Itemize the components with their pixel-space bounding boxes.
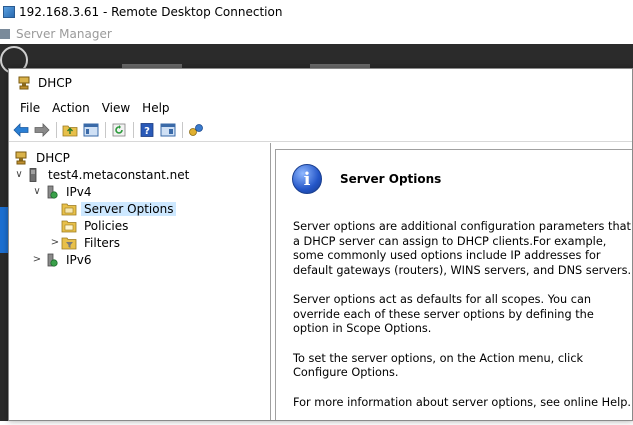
detail-description: Server options are additional configurat… xyxy=(293,220,633,425)
remote-desktop-icon xyxy=(3,6,15,18)
dhcp-action-icon[interactable] xyxy=(187,121,205,139)
tree-item-server[interactable]: ∨ test4.metaconstant.net xyxy=(9,166,270,183)
tree-item-server-options[interactable]: Server Options xyxy=(9,200,270,217)
rdc-title-bar: 192.168.3.61 - Remote Desktop Connection xyxy=(0,0,633,24)
console-tree: DHCP ∨ test4.metaconstant.net ∨ IPv4 Ser… xyxy=(9,143,271,420)
chevron-right-icon[interactable]: > xyxy=(31,254,43,266)
menu-help[interactable]: Help xyxy=(136,101,175,115)
menu-file[interactable]: File xyxy=(14,101,46,115)
sidebar-selected-item[interactable] xyxy=(0,207,8,253)
description-paragraph: To set the server options, on the Action… xyxy=(293,351,584,380)
server-options-icon xyxy=(61,201,77,217)
up-folder-icon[interactable] xyxy=(61,121,79,139)
description-paragraph: For more information about server option… xyxy=(293,395,631,409)
toolbar-separator xyxy=(105,122,106,138)
server-manager-title-bar: Server Manager xyxy=(0,24,633,44)
window-title: DHCP xyxy=(38,76,72,90)
server-manager-icon xyxy=(0,29,10,39)
tree-item-ipv4[interactable]: ∨ IPv4 xyxy=(9,183,270,200)
tree-item-ipv6[interactable]: > IPv6 xyxy=(9,251,270,268)
tree-item-dhcp[interactable]: DHCP xyxy=(9,149,270,166)
tree-item-policies[interactable]: Policies xyxy=(9,217,270,234)
server-manager-sidebar xyxy=(0,74,8,421)
tree-item-label: IPv6 xyxy=(66,252,92,267)
ipv4-icon xyxy=(43,184,59,200)
chevron-down-icon[interactable]: ∨ xyxy=(31,186,43,198)
toolbar: ? xyxy=(9,119,632,142)
tree-item-label: DHCP xyxy=(36,150,70,165)
tree-item-label: IPv4 xyxy=(66,184,92,199)
tree-item-label: Policies xyxy=(84,218,129,233)
detail-pane: i Server Options Server options are addi… xyxy=(275,149,632,420)
description-paragraph: Server options act as defaults for all s… xyxy=(293,293,594,335)
ipv6-icon xyxy=(43,252,59,268)
forward-arrow-icon[interactable] xyxy=(33,121,51,139)
dhcp-root-icon xyxy=(13,150,29,166)
show-hide-tree-icon[interactable] xyxy=(82,121,100,139)
back-arrow-icon[interactable] xyxy=(12,121,30,139)
dhcp-title-bar: DHCP xyxy=(9,69,632,97)
tree-item-label: Server Options xyxy=(81,201,177,216)
chevron-right-icon[interactable]: > xyxy=(49,237,61,249)
rdc-title: 192.168.3.61 - Remote Desktop Connection xyxy=(19,5,283,19)
tree-item-filters[interactable]: > Filters xyxy=(9,234,270,251)
description-paragraph: Server options are additional configurat… xyxy=(293,220,632,277)
menu-action[interactable]: Action xyxy=(46,101,96,115)
info-icon: i xyxy=(292,164,322,194)
dhcp-window: DHCP File Action View Help ? DHCP ∨ test… xyxy=(8,68,633,421)
filters-icon xyxy=(61,235,77,251)
refresh-icon[interactable] xyxy=(110,121,128,139)
toolbar-separator xyxy=(133,122,134,138)
tree-item-label: Filters xyxy=(84,235,120,250)
tree-item-label: test4.metaconstant.net xyxy=(48,167,190,182)
toolbar-separator xyxy=(182,122,183,138)
chevron-down-icon[interactable]: ∨ xyxy=(13,169,25,181)
policies-icon xyxy=(61,218,77,234)
properties-icon[interactable] xyxy=(159,121,177,139)
toolbar-separator xyxy=(56,122,57,138)
svg-text:?: ? xyxy=(144,126,150,137)
server-icon xyxy=(25,167,41,183)
detail-title: Server Options xyxy=(340,172,442,186)
help-icon[interactable]: ? xyxy=(138,121,156,139)
dhcp-app-icon xyxy=(16,75,32,91)
menu-view[interactable]: View xyxy=(96,101,136,115)
server-manager-title: Server Manager xyxy=(16,27,112,41)
detail-header: i Server Options xyxy=(292,164,441,194)
menu-bar: File Action View Help xyxy=(9,97,632,119)
